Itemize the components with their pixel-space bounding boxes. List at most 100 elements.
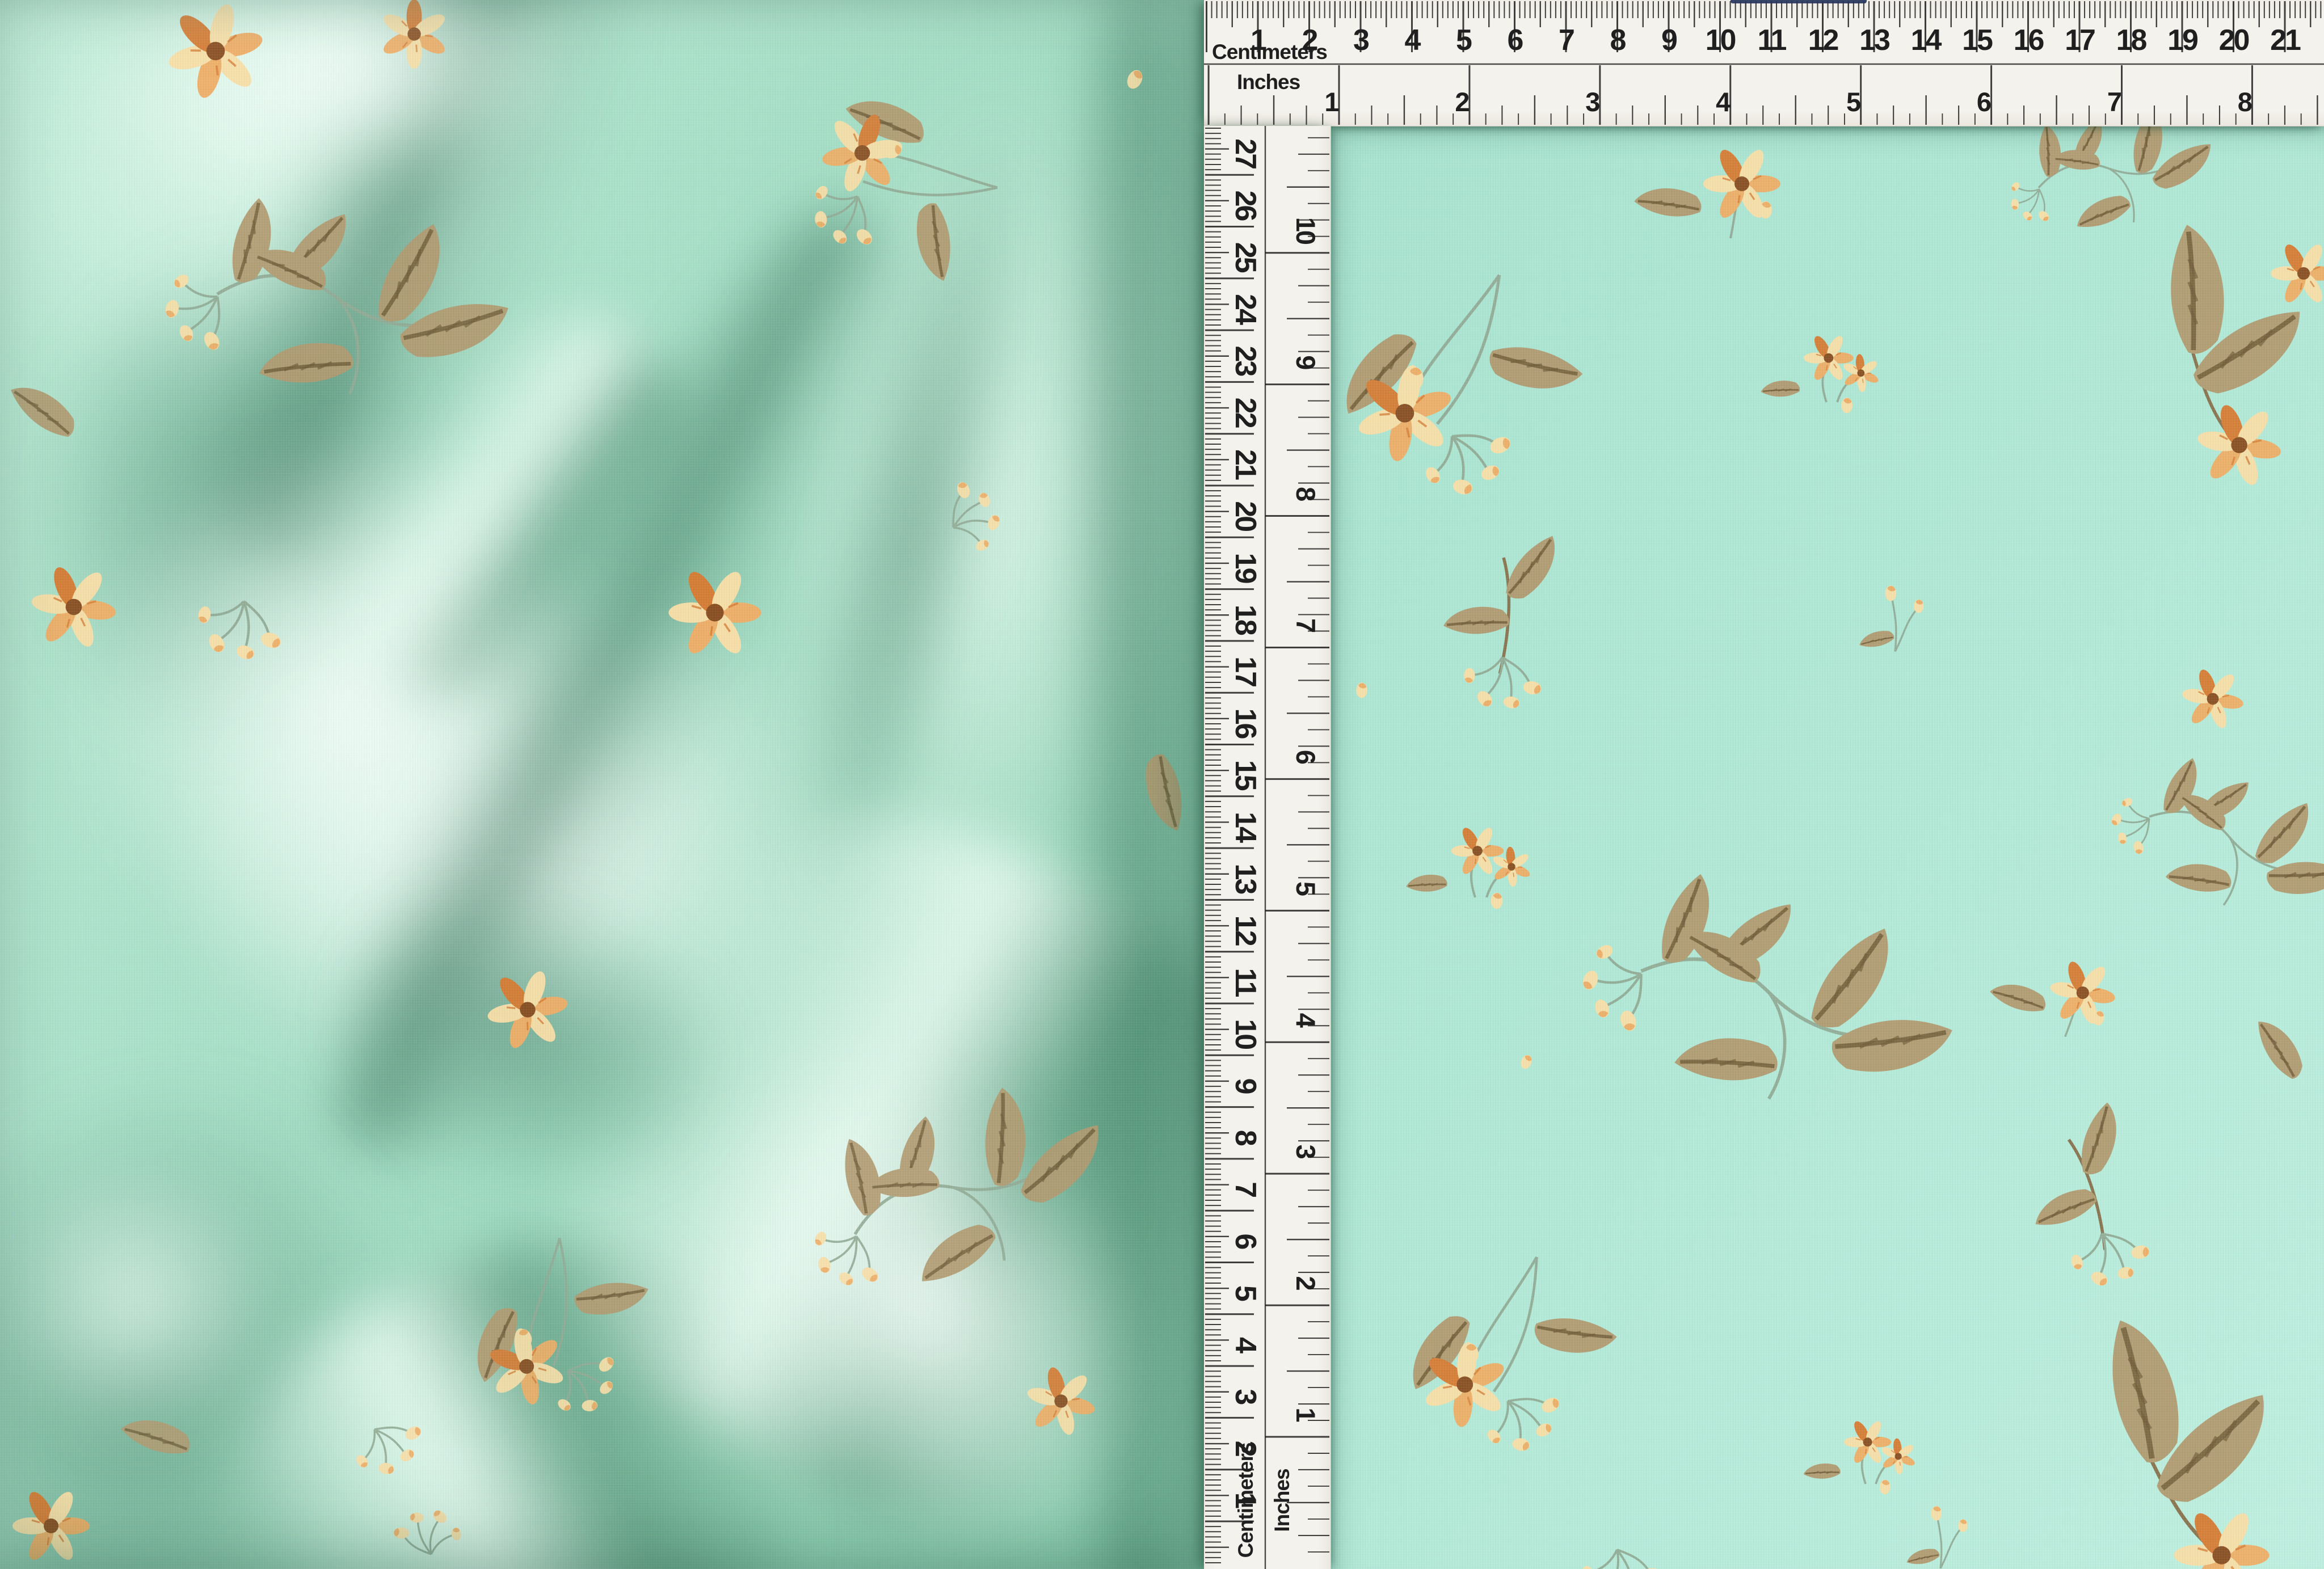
vertical-cm-number: 25 bbox=[1229, 242, 1262, 273]
flat-fabric-swatch bbox=[1331, 126, 2324, 1569]
small-flowers-motif bbox=[1761, 334, 1886, 413]
horizontal-cm-number: 5 bbox=[1456, 24, 1472, 57]
horizontal-inch-number: 7 bbox=[2107, 87, 2121, 117]
vertical-ruler-tick-marks bbox=[1205, 128, 1329, 1563]
vertical-ruler: Centimeters Inches 123456789101112131415… bbox=[1204, 126, 1331, 1569]
vertical-cm-number: 26 bbox=[1229, 191, 1262, 221]
vertical-cm-number: 13 bbox=[1229, 863, 1262, 894]
flower-sprig-motif bbox=[761, 51, 1024, 324]
horizontal-inch-number: 4 bbox=[1716, 87, 1731, 117]
horizontal-cm-number: 14 bbox=[1911, 24, 1942, 57]
horizontal-cm-number: 8 bbox=[1610, 24, 1626, 57]
small-flowers-motif bbox=[1803, 1419, 1922, 1495]
vertical-cm-number: 8 bbox=[1229, 1130, 1262, 1146]
bud-sprig-motif bbox=[1906, 1506, 1967, 1568]
vertical-cm-number: 27 bbox=[1229, 138, 1262, 168]
flower-motif bbox=[12, 1488, 90, 1564]
vertical-cm-number: 17 bbox=[1229, 656, 1262, 686]
horizontal-ruler: Centimeters Inches 123456789101112131415… bbox=[1204, 0, 2324, 126]
horizontal-cm-number: 18 bbox=[2116, 24, 2147, 57]
horizontal-inch-number: 2 bbox=[1455, 87, 1469, 117]
bud-cluster-motif bbox=[186, 588, 290, 674]
horizontal-inch-number: 5 bbox=[1846, 87, 1860, 117]
bud-motif bbox=[1519, 1053, 1534, 1070]
vertical-cm-number: 9 bbox=[1229, 1078, 1262, 1094]
horizontal-cm-number: 21 bbox=[2270, 24, 2301, 57]
leafy-branch-motif bbox=[2096, 750, 2324, 919]
horizontal-ruler-tick-marks bbox=[1207, 1, 2321, 125]
vertical-inch-number: 9 bbox=[1291, 355, 1321, 369]
bud-cluster-motif bbox=[940, 473, 1011, 558]
vertical-inch-number: 3 bbox=[1291, 1145, 1321, 1159]
horizontal-cm-number: 3 bbox=[1353, 24, 1369, 57]
vertical-cm-number: 3 bbox=[1229, 1389, 1262, 1404]
leaf-pair-flower-motif bbox=[2073, 1296, 2311, 1569]
vertical-inch-number: 4 bbox=[1291, 1013, 1321, 1028]
vertical-cm-number: 16 bbox=[1229, 708, 1262, 739]
bud-cluster-motif bbox=[1581, 1550, 1661, 1569]
vertical-cm-number: 18 bbox=[1229, 605, 1262, 635]
horizontal-inch-number: 6 bbox=[1977, 87, 1991, 117]
vertical-cm-number: 19 bbox=[1229, 553, 1262, 583]
flower-leaf-motif bbox=[1634, 146, 1780, 238]
swatch-floral-pattern bbox=[1331, 126, 2324, 1569]
bud-motif bbox=[1125, 68, 1146, 91]
vertical-ruler-numbers: 1234567891011121314151617181920212223242… bbox=[1229, 138, 1321, 1508]
leafy-branch-motif bbox=[1569, 874, 1952, 1104]
top-edge-object bbox=[1731, 0, 1867, 3]
vertical-cm-number: 5 bbox=[1229, 1285, 1262, 1301]
leaf-pair-flower-motif bbox=[2145, 225, 2311, 493]
vertical-cm-number: 12 bbox=[1229, 916, 1262, 946]
horizontal-cm-number: 7 bbox=[1559, 24, 1574, 57]
horizontal-cm-number: 6 bbox=[1508, 24, 1523, 57]
vertical-cm-number: 14 bbox=[1229, 812, 1262, 843]
vertical-inch-number: 7 bbox=[1291, 618, 1321, 632]
horizontal-cm-number: 12 bbox=[1808, 24, 1838, 57]
bud-motif bbox=[1356, 683, 1367, 698]
flower-motif bbox=[367, 0, 461, 81]
small-flowers-motif bbox=[1406, 825, 1538, 909]
vertical-cm-number: 21 bbox=[1229, 449, 1262, 480]
vertical-inch-number: 5 bbox=[1291, 881, 1321, 896]
horizontal-cm-number: 9 bbox=[1661, 24, 1677, 57]
vertical-inch-number: 1 bbox=[1291, 1407, 1321, 1422]
horizontal-cm-number: 13 bbox=[1859, 24, 1890, 57]
horizontal-cm-number: 16 bbox=[2014, 24, 2044, 57]
flower-motif bbox=[1018, 1359, 1103, 1443]
flower-leaf-motif bbox=[1984, 945, 2120, 1044]
flower-motif bbox=[2271, 242, 2324, 306]
flower-sprig-motif bbox=[1331, 268, 1594, 519]
horizontal-cm-number: 11 bbox=[1758, 24, 1787, 57]
flower-motif bbox=[668, 567, 761, 657]
flower-sprig-motif bbox=[430, 1213, 690, 1463]
vertical-cm-number: 7 bbox=[1229, 1182, 1262, 1197]
horizontal-cm-number: 17 bbox=[2065, 24, 2095, 57]
horizontal-cm-number: 10 bbox=[1706, 24, 1736, 57]
leaf-motif bbox=[1136, 752, 1191, 831]
horizontal-inch-number: 8 bbox=[2238, 87, 2252, 117]
vertical-cm-number: 10 bbox=[1229, 1019, 1262, 1049]
vertical-cm-number: 24 bbox=[1229, 294, 1262, 325]
horizontal-ruler-numbers: 1234567891011121314151617181920211234567… bbox=[1251, 24, 2301, 117]
bud-branch-motif bbox=[1443, 535, 1572, 719]
vertical-inch-number: 8 bbox=[1291, 487, 1321, 501]
flower-motif bbox=[26, 560, 121, 653]
horizontal-cm-number: 4 bbox=[1405, 24, 1421, 57]
flower-motif bbox=[481, 964, 575, 1056]
leaf-motif bbox=[2258, 1015, 2304, 1083]
fabric-product-photo: Centimeters Inches 123456789101112131415… bbox=[0, 0, 2324, 1569]
flower-motif bbox=[2177, 664, 2249, 734]
flower-motif bbox=[157, 0, 274, 109]
horizontal-inch-number: 1 bbox=[1324, 87, 1338, 117]
vertical-cm-number: 23 bbox=[1229, 345, 1262, 376]
flower-sprig-motif bbox=[1381, 1246, 1636, 1482]
drape-floral-pattern bbox=[0, 0, 1204, 1569]
vertical-cm-number: 2 bbox=[1229, 1441, 1262, 1456]
leaf-motif bbox=[10, 370, 80, 450]
leaf-motif bbox=[120, 1400, 195, 1471]
vertical-inch-number: 2 bbox=[1291, 1276, 1321, 1290]
vertical-cm-number: 4 bbox=[1229, 1337, 1262, 1353]
horizontal-ruler-inches-label: Inches bbox=[1237, 70, 1300, 94]
horizontal-cm-number: 20 bbox=[2219, 24, 2249, 57]
horizontal-cm-number: 2 bbox=[1302, 24, 1317, 57]
